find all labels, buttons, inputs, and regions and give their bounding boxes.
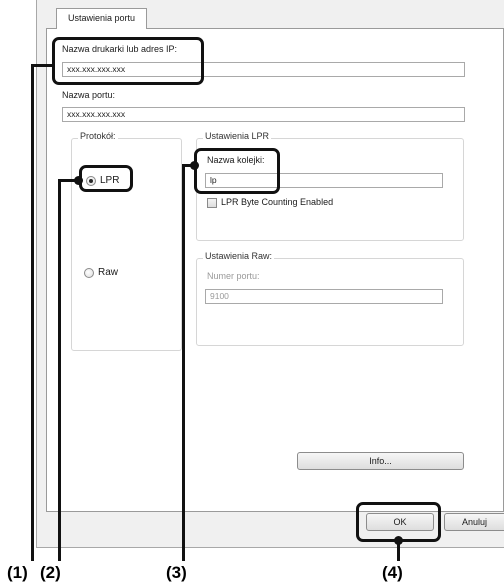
marker-2: (2) xyxy=(40,563,61,582)
port-name-input[interactable]: xxx.xxx.xxx.xxx xyxy=(62,107,465,122)
raw-radio-label[interactable]: Raw xyxy=(98,267,118,278)
leader-1-h xyxy=(31,64,53,67)
leader-1-v xyxy=(31,64,34,561)
leader-2-dot xyxy=(74,176,83,185)
port-name-label: Nazwa portu: xyxy=(62,90,116,100)
raw-radio[interactable] xyxy=(84,268,94,278)
leader-2-v xyxy=(58,179,61,561)
cancel-button[interactable]: Anuluj xyxy=(444,513,504,531)
tab-port-settings-label: Ustawienia portu xyxy=(67,13,136,23)
callout-printer-name xyxy=(52,37,204,85)
tab-port-settings[interactable]: Ustawienia portu xyxy=(56,8,147,29)
port-number-label: Numer portu: xyxy=(207,271,260,281)
byte-counting-label[interactable]: LPR Byte Counting Enabled xyxy=(221,197,333,207)
protocol-group-title: Protokół: xyxy=(78,131,118,141)
marker-3: (3) xyxy=(166,563,187,582)
marker-4: (4) xyxy=(382,563,403,582)
leader-4-dot xyxy=(394,536,403,545)
callout-lpr-radio xyxy=(79,165,133,192)
callout-queue-name xyxy=(194,148,280,194)
info-button[interactable]: Info... xyxy=(297,452,464,470)
leader-3-v xyxy=(182,164,185,561)
byte-counting-checkbox[interactable] xyxy=(207,198,217,208)
raw-settings-title: Ustawienia Raw: xyxy=(203,251,275,261)
lpr-settings-title: Ustawienia LPR xyxy=(203,131,272,141)
marker-1: (1) xyxy=(7,563,28,582)
leader-3-dot xyxy=(190,161,199,170)
port-number-input[interactable]: 9100 xyxy=(205,289,443,304)
